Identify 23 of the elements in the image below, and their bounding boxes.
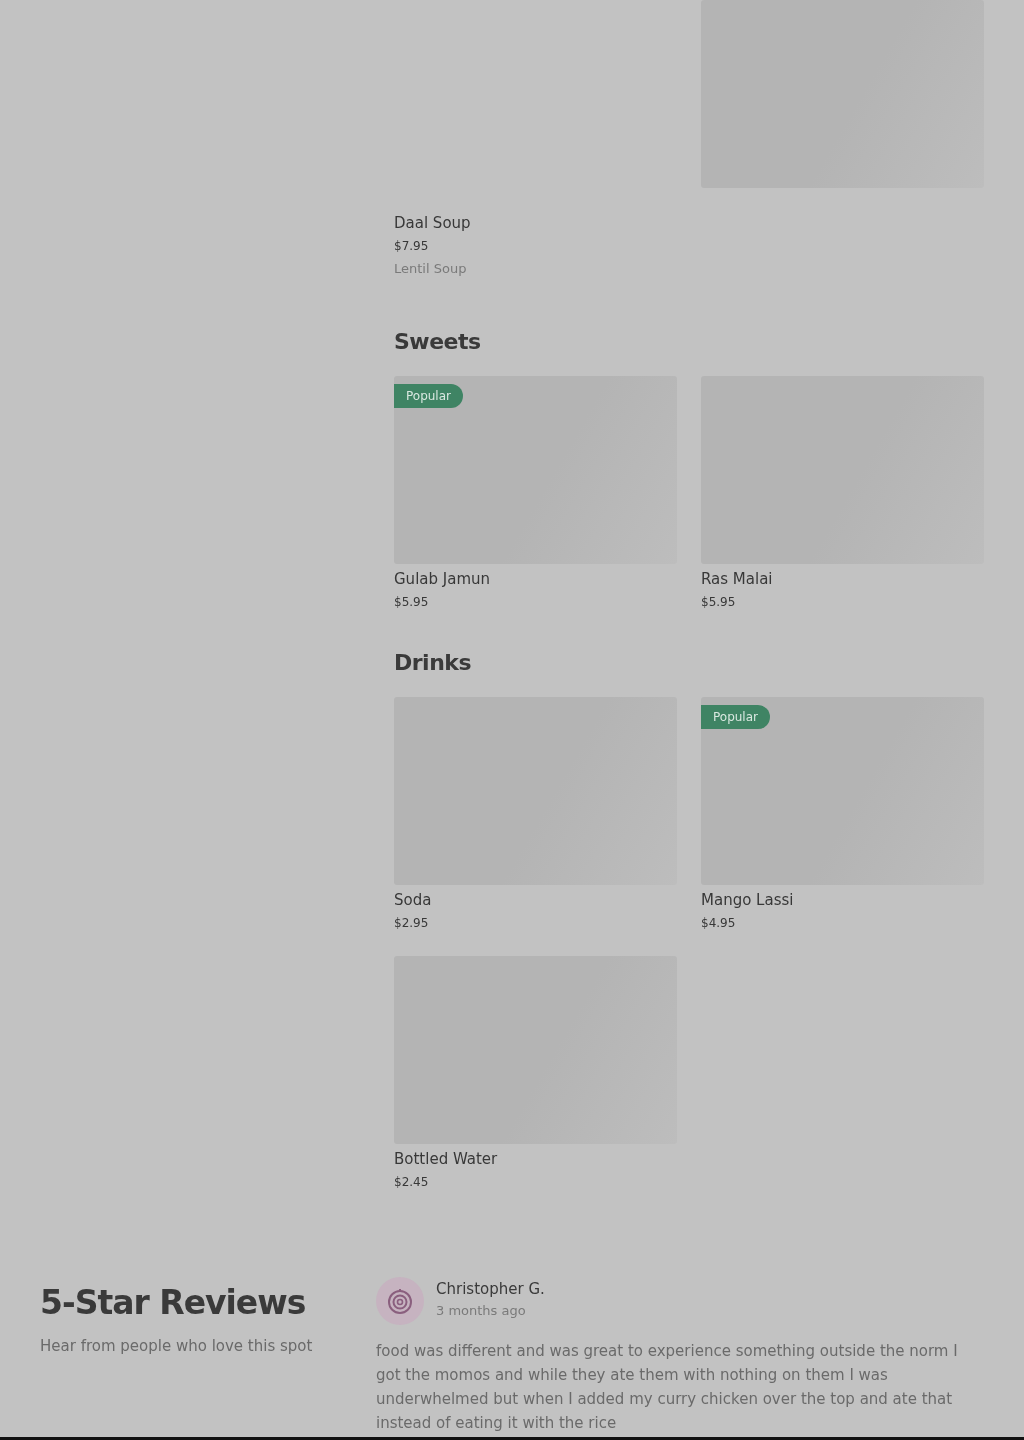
item-name[interactable]: Soda bbox=[394, 889, 677, 911]
item-description: Lentil Soup bbox=[394, 260, 468, 278]
item-price: $7.95 bbox=[394, 238, 430, 255]
item-price: $5.95 bbox=[394, 594, 430, 611]
item-name: Daal Soup bbox=[394, 213, 472, 234]
section-heading: Sweets bbox=[394, 328, 482, 356]
item-price: $5.95 bbox=[701, 594, 737, 611]
item-price: $4.95 bbox=[701, 915, 737, 932]
item-name[interactable]: Ras Malai bbox=[701, 568, 984, 590]
section-heading: Drinks bbox=[394, 649, 473, 677]
avatar-icon bbox=[376, 1277, 424, 1325]
review-date: 3 months ago bbox=[436, 1303, 527, 1318]
reviewer-name: Christopher G. bbox=[436, 1279, 545, 1299]
item-price: $2.95 bbox=[394, 915, 430, 932]
review-text: food was different and was great to experience something outside the norm I got the momos and while they ate them with nothing on them I was underwhelmed but when I added my curry chicken over the top and ate that instead of eating it with the rice bbox=[376, 1341, 959, 1434]
item-price: $2.45 bbox=[394, 1174, 430, 1191]
popular-badge: Popular bbox=[701, 705, 770, 729]
item-name[interactable]: Gulab Jamun bbox=[394, 568, 677, 590]
item-name[interactable]: Mango Lassi bbox=[701, 889, 984, 911]
popular-badge: Popular bbox=[394, 384, 463, 408]
reviews-subtitle: Hear from people who love this spot bbox=[40, 1337, 314, 1355]
reviews-heading: 5-Star Reviews bbox=[40, 1283, 307, 1323]
item-name[interactable]: Bottled Water bbox=[394, 1148, 677, 1170]
